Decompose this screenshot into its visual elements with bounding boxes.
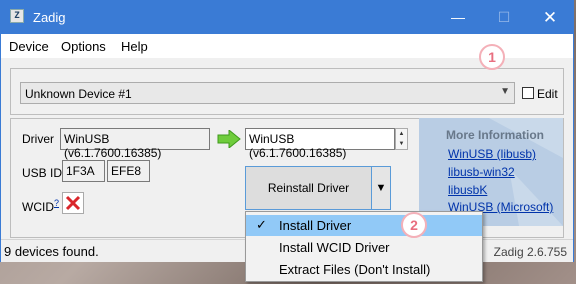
wcid-help-link[interactable]: ? [54,198,59,208]
title-bar[interactable]: Z Zadig — ☐ ✕ [1,1,573,34]
maximize-icon[interactable]: ☐ [481,1,527,34]
driver-label: Driver [22,132,54,146]
edit-checkbox[interactable] [522,87,534,99]
device-select-value: Unknown Device #1 [25,87,132,101]
menu-help[interactable]: Help [121,39,148,54]
menu-item-install-wcid-driver[interactable]: Install WCID Driver [246,237,482,258]
window-title: Zadig [33,10,66,25]
menu-device[interactable]: Device [9,39,49,54]
menu-item-extract-files[interactable]: Extract Files (Don't Install) [246,259,482,280]
minimize-icon[interactable]: — [435,1,481,34]
install-options-menu: ✓ Install Driver Install WCID Driver Ext… [245,211,483,282]
zadig-app-icon: Z [10,9,24,23]
menu-item-label: Extract Files (Don't Install) [279,262,431,277]
red-x-icon [62,192,84,214]
current-driver-field: WinUSB (v6.1.7600.16385) [60,128,210,160]
reinstall-driver-button[interactable]: Reinstall Driver [245,166,372,210]
checkmark-icon: ✓ [256,217,267,232]
annotation-badge-2: 2 [401,212,427,238]
status-text: 9 devices found. [4,244,99,259]
wcid-label: WCID? [22,198,60,214]
target-driver-field[interactable]: WinUSB (v6.1.7600.16385) [245,128,395,160]
device-select[interactable]: Unknown Device #1 ▼ [20,82,515,104]
close-icon[interactable]: ✕ [527,1,573,34]
edit-label: Edit [537,87,558,101]
annotation-badge-1: 1 [479,44,505,70]
usb-id-label: USB ID [22,166,63,180]
menu-item-install-driver[interactable]: ✓ Install Driver [246,215,482,236]
arrow-right-icon [217,130,241,148]
split-dropdown-arrow-icon[interactable]: ▼ [372,166,391,210]
menu-item-label: Install WCID Driver [279,240,390,255]
more-info-title: More Information [446,128,544,142]
link-libusbk[interactable]: libusbK [448,183,487,197]
spin-down-icon[interactable]: ▼ [396,139,407,149]
usb-vid-field: 1F3A [62,160,105,182]
more-info-panel: More Information WinUSB (libusb) libusb-… [419,118,563,226]
spin-up-icon[interactable]: ▲ [396,129,407,139]
version-text: Zadig 2.6.755 [493,245,567,259]
link-winusb-libusb[interactable]: WinUSB (libusb) [448,147,536,161]
usb-pid-field: EFE8 [107,160,150,182]
driver-spinner[interactable]: ▲ ▼ [395,128,408,150]
menu-options[interactable]: Options [61,39,106,54]
chevron-down-icon: ▼ [500,86,510,97]
link-libusb-win32[interactable]: libusb-win32 [448,165,515,179]
menu-item-label: Install Driver [279,218,352,233]
